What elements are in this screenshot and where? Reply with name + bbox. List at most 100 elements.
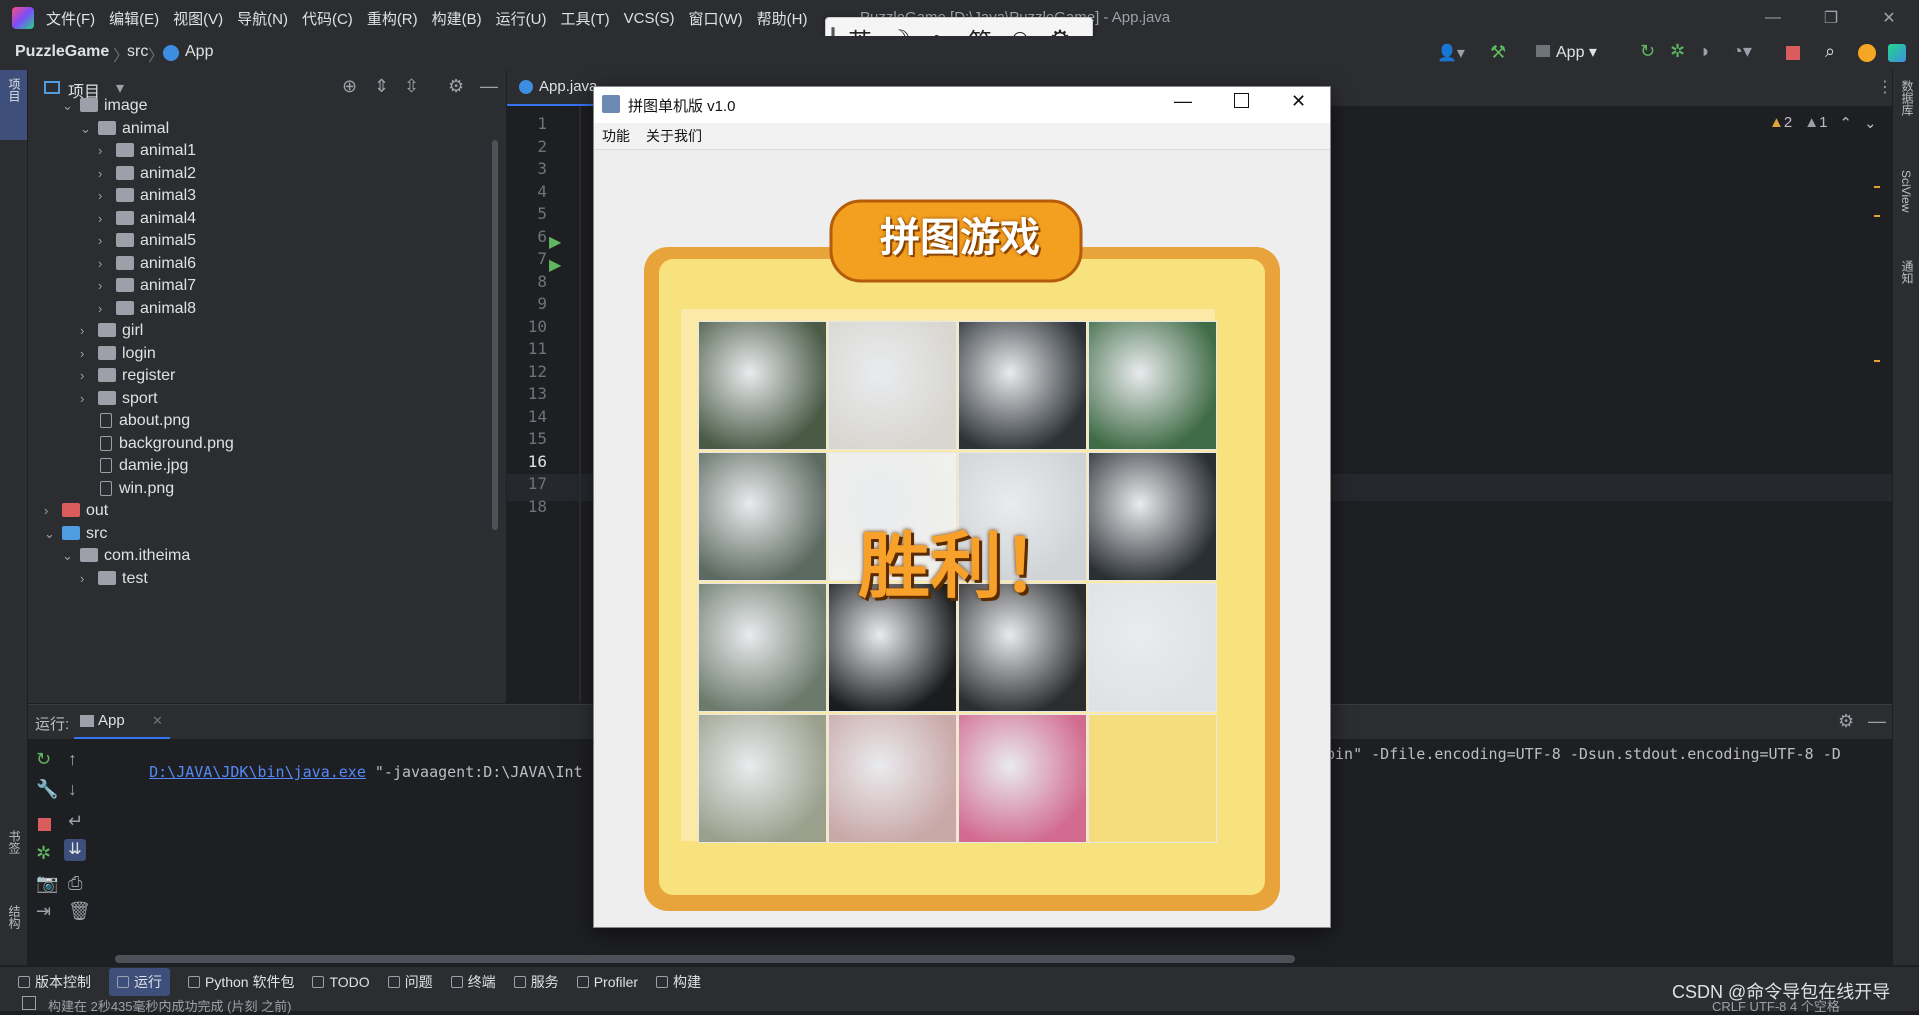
breadcrumb-project[interactable]: PuzzleGame xyxy=(15,43,109,61)
gear-icon[interactable]: ⚙ xyxy=(1838,711,1854,732)
line-number[interactable]: 2 xyxy=(507,137,547,156)
debug-icon[interactable]: ✲ xyxy=(36,843,51,864)
wrench-icon[interactable]: 🔧 xyxy=(36,779,58,800)
menu-item[interactable]: 代码(C) xyxy=(302,8,353,29)
bottom-tool-services[interactable]: 服务 xyxy=(513,972,559,992)
puzzle-tile[interactable] xyxy=(958,321,1087,450)
tree-item[interactable]: › test xyxy=(80,565,148,592)
exit-icon[interactable]: ⇥ xyxy=(36,901,51,922)
puzzle-tile[interactable] xyxy=(698,452,827,581)
bottom-tool-todo[interactable]: TODO xyxy=(312,974,370,990)
menu-item[interactable]: 导航(N) xyxy=(237,8,288,29)
error-stripe-mark[interactable] xyxy=(1874,360,1880,362)
swing-minimize-button[interactable]: — xyxy=(1174,91,1192,112)
swing-menu-item[interactable]: 功能 xyxy=(602,128,630,144)
line-number[interactable]: 1 xyxy=(507,114,547,133)
hide-panel-icon[interactable]: — xyxy=(1868,711,1886,732)
stop-icon[interactable] xyxy=(38,818,51,831)
previous-highlight-icon[interactable]: ⌃ xyxy=(1839,114,1852,132)
puzzle-empty-slot[interactable] xyxy=(1088,714,1217,843)
error-stripe-mark[interactable] xyxy=(1874,186,1880,188)
next-highlight-icon[interactable]: ⌄ xyxy=(1864,114,1877,132)
menu-item[interactable]: 重构(R) xyxy=(367,8,418,29)
scroll-to-end-icon[interactable]: ⇊ xyxy=(64,839,86,861)
bookmarks-tool-button[interactable]: 书签 xyxy=(6,830,23,854)
puzzle-tile[interactable] xyxy=(1088,583,1217,712)
line-number[interactable]: 4 xyxy=(507,182,547,201)
close-tab-icon[interactable]: ✕ xyxy=(152,713,163,729)
status-message[interactable]: 构建在 2秒435毫秒内成功完成 (片刻 之前) xyxy=(48,996,291,1015)
line-number[interactable]: 14 xyxy=(507,407,547,426)
chevron-down-icon[interactable]: ⌄ xyxy=(62,92,78,119)
sciview-tool-button[interactable]: SciView xyxy=(1899,170,1913,212)
bottom-tool-run[interactable]: 运行 xyxy=(109,968,170,996)
puzzle-tile[interactable] xyxy=(828,321,957,450)
line-number[interactable]: 3 xyxy=(507,159,547,178)
rerun-icon[interactable]: ↻ xyxy=(36,749,51,770)
line-number[interactable]: 8 xyxy=(507,272,547,291)
puzzle-tile[interactable] xyxy=(698,714,827,843)
notifications-tool-button[interactable]: 通知 xyxy=(1899,260,1916,284)
swing-close-button[interactable]: ✕ xyxy=(1291,91,1306,112)
tree-scrollbar[interactable] xyxy=(492,140,498,530)
console-output[interactable]: D:\JAVA\JDK\bin\java.exe "-javaagent:D:\… xyxy=(113,745,583,799)
line-number[interactable]: 6 xyxy=(507,227,547,246)
menu-item[interactable]: 运行(U) xyxy=(496,8,547,29)
inspection-widget[interactable]: ▲2 ▲1 ⌃ ⌄ xyxy=(1769,114,1877,132)
puzzle-tile[interactable] xyxy=(1088,321,1217,450)
user-icon[interactable]: 👤▾ xyxy=(1437,43,1465,63)
puzzle-tile[interactable] xyxy=(828,714,957,843)
puzzle-tile[interactable] xyxy=(698,583,827,712)
menu-item[interactable]: 编辑(E) xyxy=(109,8,159,29)
bottom-tool-terminal[interactable]: 终端 xyxy=(450,972,496,992)
arrow-down-icon[interactable]: ↓ xyxy=(68,779,77,800)
trash-icon[interactable]: 🗑 xyxy=(68,901,91,922)
console-scrollbar[interactable] xyxy=(115,955,1295,963)
app-logo-icon[interactable] xyxy=(12,7,34,29)
line-number[interactable]: 7 xyxy=(507,249,547,268)
camera-icon[interactable]: 📷 xyxy=(36,873,58,894)
line-number[interactable]: 10 xyxy=(507,317,547,336)
puzzle-tile[interactable] xyxy=(958,714,1087,843)
java-exe-link[interactable]: D:\JAVA\JDK\bin\java.exe xyxy=(149,763,366,781)
line-number[interactable]: 9 xyxy=(507,294,547,313)
line-number[interactable]: 16 xyxy=(507,452,547,471)
menu-item[interactable]: VCS(S) xyxy=(624,10,675,27)
profile-icon[interactable]: ◔▾ xyxy=(1732,41,1752,62)
search-icon[interactable]: ⌕ xyxy=(1825,41,1835,62)
line-number[interactable]: 17 xyxy=(507,474,547,493)
rerun-icon[interactable]: ↻ xyxy=(1640,41,1655,62)
breadcrumb-file[interactable]: App xyxy=(185,43,213,61)
bottom-tool-vcs[interactable]: 版本控制 xyxy=(18,972,91,992)
close-button[interactable]: ✕ xyxy=(1861,0,1917,36)
menu-item[interactable]: 窗口(W) xyxy=(688,8,742,29)
swing-maximize-button[interactable] xyxy=(1234,93,1249,108)
print-icon[interactable]: ⎙ xyxy=(68,873,82,894)
more-tabs-icon[interactable]: ⋮ xyxy=(1877,77,1893,97)
coverage-icon[interactable]: ◗ xyxy=(1700,41,1711,62)
bottom-tool-problems[interactable]: 问题 xyxy=(387,972,433,992)
menu-item[interactable]: 工具(T) xyxy=(560,8,609,29)
project-tool-button[interactable]: 项目 xyxy=(0,70,27,140)
chevron-down-icon[interactable]: ⌄ xyxy=(62,542,78,569)
run-config-selector[interactable]: App ▾ xyxy=(1536,42,1636,64)
debug-icon[interactable]: ✲ xyxy=(1670,41,1685,62)
line-number[interactable]: 13 xyxy=(507,384,547,403)
status-toggle-icon[interactable] xyxy=(22,996,36,1010)
menu-item[interactable]: 帮助(H) xyxy=(757,8,808,29)
stop-icon[interactable] xyxy=(1786,46,1800,60)
breadcrumb-folder[interactable]: src xyxy=(127,43,148,61)
structure-tool-button[interactable]: 结构 xyxy=(6,905,23,929)
line-number[interactable]: 18 xyxy=(507,497,547,516)
plugin-icon[interactable] xyxy=(1888,44,1906,62)
run-gutter-icon[interactable]: ▶ xyxy=(549,232,561,252)
database-tool-button[interactable]: 数据库 xyxy=(1899,80,1916,116)
swing-menu-item[interactable]: 关于我们 xyxy=(646,128,702,144)
run-tab-app[interactable]: App ✕ xyxy=(74,705,170,739)
soft-wrap-icon[interactable]: ↵ xyxy=(68,811,83,832)
bottom-tool-profiler[interactable]: Profiler xyxy=(576,974,638,990)
line-number[interactable]: 15 xyxy=(507,429,547,448)
menu-item[interactable]: 视图(V) xyxy=(173,8,223,29)
menu-item[interactable]: 文件(F) xyxy=(46,8,95,29)
line-number[interactable]: 11 xyxy=(507,339,547,358)
